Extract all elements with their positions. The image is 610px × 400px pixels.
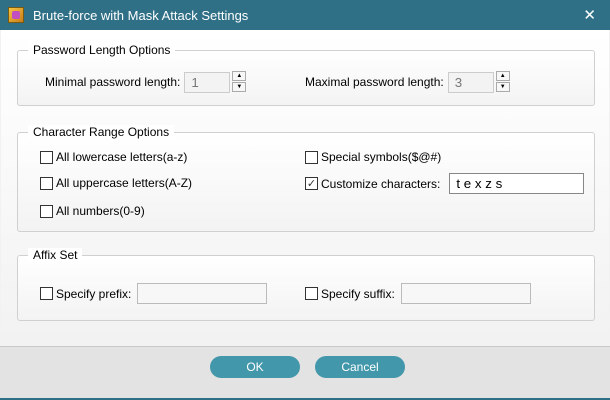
suffix-input[interactable] [400,283,531,304]
custom-characters-input[interactable] [449,173,585,194]
min-length-input[interactable] [184,71,231,93]
character-range-group: Character Range Options All lowercase le… [17,125,595,232]
app-icon [8,7,24,23]
prefix-checkbox[interactable]: Specify prefix: [40,287,131,301]
max-length-label: Maximal password length: [305,75,444,89]
checkbox-label: All lowercase letters(a-z) [56,150,188,164]
checkbox-label: Specify suffix: [321,286,395,301]
checkbox-label: All uppercase letters(A-Z) [56,176,193,190]
lowercase-checkbox[interactable]: All lowercase letters(a-z) [40,150,187,164]
special-symbols-checkbox[interactable]: Special symbols($@#) [305,150,441,164]
window-title: Brute-force with Mask Attack Settings [33,7,249,23]
checkbox-box[interactable] [40,176,53,190]
max-down-arrow-icon[interactable]: ▼ [495,82,510,92]
dialog-body: Password Length Options Minimal password… [1,30,609,346]
dialog-footer: OK Cancel [0,346,610,400]
close-icon[interactable]: ✕ [583,6,596,24]
max-length-input[interactable] [447,71,494,93]
check-icon[interactable]: ✓ [305,177,318,190]
checkbox-box[interactable] [40,204,53,218]
numbers-checkbox[interactable]: All numbers(0-9) [40,204,145,218]
min-down-arrow-icon[interactable]: ▼ [232,82,247,92]
checkbox-box[interactable] [305,287,318,300]
checkbox-label: Special symbols($@#) [321,150,442,164]
suffix-checkbox[interactable]: Specify suffix: [305,287,395,301]
group-legend: Affix Set [28,248,83,262]
group-legend: Character Range Options [28,125,175,139]
checkbox-box[interactable] [40,287,53,300]
checkbox-label: All numbers(0-9) [56,204,145,218]
prefix-input[interactable] [137,283,268,304]
password-length-group: Password Length Options Minimal password… [17,43,595,106]
ok-button[interactable]: OK [210,356,300,378]
cancel-button[interactable]: Cancel [315,356,405,378]
affix-set-group: Affix Set Specify prefix: Specify suffix… [17,248,595,321]
checkbox-label: Customize characters: [321,176,441,191]
title-bar: Brute-force with Mask Attack Settings ✕ [0,0,610,30]
customize-checkbox[interactable]: ✓ Customize characters: [305,177,440,191]
min-up-arrow-icon[interactable]: ▲ [232,71,247,81]
checkbox-label: Specify prefix: [56,286,132,301]
max-up-arrow-icon[interactable]: ▲ [495,71,510,81]
group-legend: Password Length Options [28,43,176,57]
min-length-label: Minimal password length: [45,75,181,89]
uppercase-checkbox[interactable]: All uppercase letters(A-Z) [40,176,192,190]
checkbox-box[interactable] [305,150,318,164]
checkbox-box[interactable] [40,150,53,164]
